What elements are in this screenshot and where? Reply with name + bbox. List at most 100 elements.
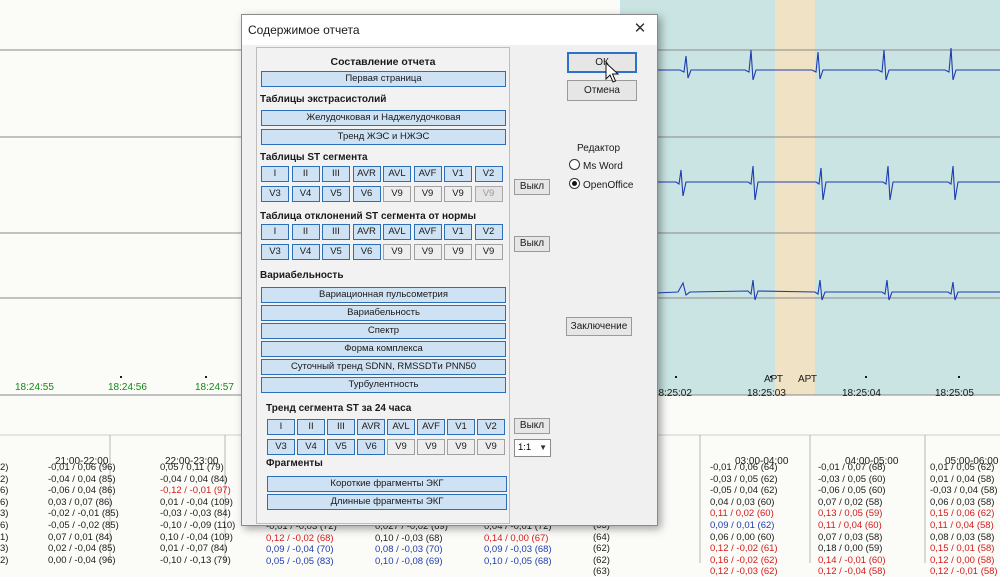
- long-ecg-fragments-button[interactable]: Длинные фрагменты ЭКГ: [267, 494, 507, 510]
- st-trend-lead-button[interactable]: V6: [357, 439, 385, 455]
- ventricular-supraventricular-button[interactable]: Желудочковая и Наджелудочковая: [261, 110, 506, 126]
- st-deviation-lead-button[interactable]: V2: [474, 224, 503, 240]
- editor-option-openoffice[interactable]: OpenOffice: [569, 178, 633, 191]
- spectrum-button[interactable]: Спектр: [261, 323, 506, 339]
- st-trend-lead-button[interactable]: V2: [477, 419, 505, 435]
- st-trend-lead-button[interactable]: V9: [387, 439, 415, 455]
- st-deviation-lead-button[interactable]: V5: [322, 244, 350, 260]
- table-cell: -0,05 / -0,02 (85): [48, 520, 119, 531]
- daily-trend-sdnn-button[interactable]: Суточный тренд SDNN, RMSSDTи PNN50: [261, 359, 506, 375]
- st-table-lead-button[interactable]: V9: [474, 186, 503, 202]
- st-trend-lead-button[interactable]: V9: [417, 439, 445, 455]
- st-deviation-lead-button[interactable]: V1: [444, 224, 472, 240]
- variability-button[interactable]: Вариабельность: [261, 305, 506, 321]
- table-cell: 0,09 / -0,04 (70): [266, 544, 334, 556]
- table-cell: 0,14 / 0,00 (67): [484, 532, 549, 544]
- table-cell: 0,08 / -0,03 (70): [375, 544, 443, 556]
- st-deviation-lead-button[interactable]: V6: [352, 244, 381, 260]
- st-trend-lead-button[interactable]: AVF: [417, 419, 445, 435]
- table-cell: -0,01 / 0,06 (96): [48, 462, 116, 473]
- st-trend-lead-button[interactable]: III: [327, 419, 355, 435]
- art-marker: АРТ: [764, 374, 783, 385]
- table-cell: -0,03 / 0,05 (62): [710, 473, 778, 485]
- time-tick: [958, 376, 960, 378]
- st-table-lead-button[interactable]: V4: [291, 186, 320, 202]
- st-table-lead-button[interactable]: AVL: [383, 166, 411, 182]
- st-deviation-lead-button[interactable]: I: [261, 224, 289, 240]
- table-cell: 0,13 / 0,05 (59): [818, 508, 883, 520]
- panel-header: Составление отчета: [330, 56, 436, 68]
- st-table-lead-button[interactable]: V5: [322, 186, 350, 202]
- st-deviation-lead-button[interactable]: V9: [474, 244, 503, 260]
- st-trend-lead-button[interactable]: V4: [297, 439, 325, 455]
- cancel-button[interactable]: Отмена: [567, 80, 637, 101]
- table-cell: 0,12 / -0,03 (62): [710, 566, 778, 577]
- st-tables-off-button[interactable]: Выкл: [514, 179, 550, 195]
- turbulence-button[interactable]: Турбулентность: [261, 377, 506, 393]
- close-icon[interactable]: ✕: [629, 19, 651, 39]
- scale-select[interactable]: 1:1 ▼: [514, 439, 551, 457]
- st-table-lead-button[interactable]: V6: [352, 186, 381, 202]
- chevron-down-icon: ▼: [539, 443, 547, 452]
- st-table-lead-button[interactable]: AVF: [413, 166, 442, 182]
- st-deviation-lead-button[interactable]: AVF: [413, 224, 442, 240]
- time-label: 18:24:57: [195, 382, 234, 393]
- st-deviation-lead-button[interactable]: V9: [444, 244, 472, 260]
- table-cell: 0,10 / -0,03 (68): [375, 532, 443, 544]
- short-ecg-fragments-button[interactable]: Короткие фрагменты ЭКГ: [267, 476, 507, 492]
- st-trend-lead-button[interactable]: AVR: [357, 419, 385, 435]
- st-trend-lead-button[interactable]: AVL: [387, 419, 415, 435]
- st-table-lead-button[interactable]: I: [261, 166, 289, 182]
- st-trend-off-button[interactable]: Выкл: [514, 418, 550, 434]
- st-table-lead-button[interactable]: III: [322, 166, 350, 182]
- st-deviation-lead-button[interactable]: AVL: [383, 224, 411, 240]
- time-tick: [675, 376, 677, 378]
- dialog-titlebar[interactable]: Содержимое отчета ✕: [242, 15, 657, 45]
- scale-value: 1:1: [518, 442, 532, 453]
- st-table-lead-button[interactable]: II: [291, 166, 320, 182]
- editor-option-msword[interactable]: Ms Word: [569, 159, 623, 172]
- st-deviation-lead-button[interactable]: V3: [261, 244, 289, 260]
- report-contents-dialog: Содержимое отчета ✕ Составление отчета П…: [241, 14, 658, 526]
- dialog-title: Содержимое отчета: [248, 23, 360, 37]
- st-table-lead-button[interactable]: V2: [474, 166, 503, 182]
- first-page-button[interactable]: Первая страница: [261, 71, 506, 87]
- st-table-lead-button[interactable]: V9: [444, 186, 472, 202]
- table-cell: 0,02 / -0,04 (85): [48, 543, 116, 555]
- st-table-lead-button[interactable]: V1: [444, 166, 472, 182]
- st-trend-lead-button[interactable]: V5: [327, 439, 355, 455]
- table-cell: -0,05 / 0,04 (62): [710, 485, 778, 497]
- table-cell: 0,10 / -0,04 (109): [160, 531, 233, 543]
- variational-pulsometry-button[interactable]: Вариационная пульсометрия: [261, 287, 506, 303]
- st-trend-lead-button[interactable]: V9: [477, 439, 505, 455]
- st-table-lead-button[interactable]: V3: [261, 186, 289, 202]
- table-cell: 3): [0, 508, 9, 520]
- st-deviation-lead-button[interactable]: V9: [413, 244, 442, 260]
- st-deviation-lead-button[interactable]: AVR: [352, 224, 381, 240]
- ok-button[interactable]: ОК: [567, 52, 637, 73]
- time-label: 18:24:56: [108, 382, 147, 393]
- st-table-lead-button[interactable]: AVR: [352, 166, 381, 182]
- st-trend-lead-button[interactable]: V9: [447, 439, 475, 455]
- radio-openoffice[interactable]: [569, 178, 580, 189]
- st-deviation-lead-button[interactable]: V4: [291, 244, 320, 260]
- st-trend-lead-button[interactable]: V1: [447, 419, 475, 435]
- table-cell: 0,01 / 0,04 (58): [930, 473, 995, 485]
- st-table-lead-button[interactable]: V9: [413, 186, 442, 202]
- st-deviation-lead-button[interactable]: III: [322, 224, 350, 240]
- conclusion-button[interactable]: Заключение: [566, 317, 632, 336]
- table-cell: 1): [0, 531, 9, 543]
- complex-shape-button[interactable]: Форма комплекса: [261, 341, 506, 357]
- st-trend-lead-button[interactable]: I: [267, 419, 295, 435]
- st-trend-lead-button[interactable]: V3: [267, 439, 295, 455]
- radio-msword[interactable]: [569, 159, 580, 170]
- st-deviation-lead-button[interactable]: II: [291, 224, 320, 240]
- table-cell: 0,18 / 0,00 (59): [818, 543, 883, 555]
- st-table-lead-button[interactable]: V9: [383, 186, 411, 202]
- st-deviation-off-button[interactable]: Выкл: [514, 236, 550, 252]
- st-deviation-lead-button[interactable]: V9: [383, 244, 411, 260]
- editor-label: Редактор: [577, 143, 621, 154]
- extrasystole-trend-button[interactable]: Тренд ЖЭС и НЖЭС: [261, 129, 506, 145]
- section-st-deviation: Таблица отклонений ST сегмента от нормы: [260, 211, 477, 222]
- st-trend-lead-button[interactable]: II: [297, 419, 325, 435]
